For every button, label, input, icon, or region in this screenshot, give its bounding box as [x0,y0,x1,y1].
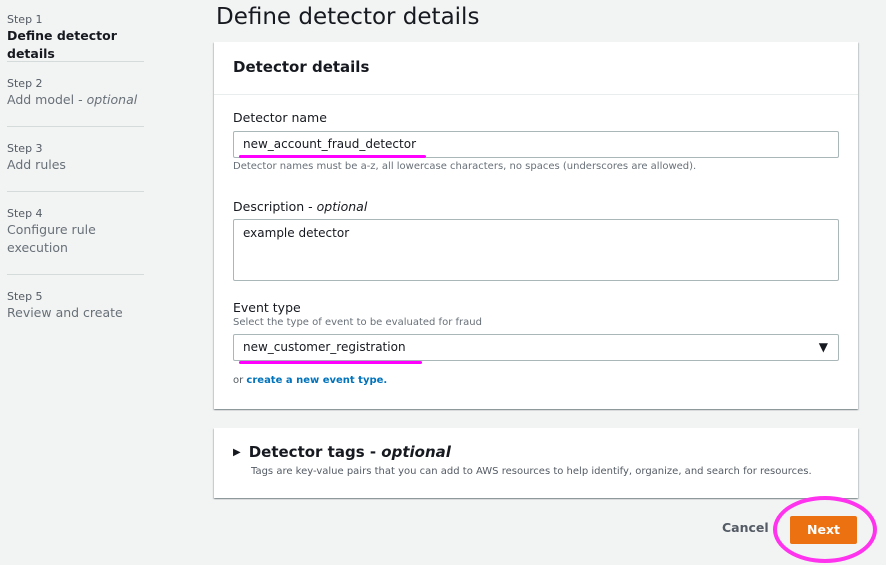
event-type-select[interactable]: new_customer_registration ▼ [233,334,839,364]
create-event-type-link[interactable]: create a new event type. [246,375,387,386]
event-type-value: new_customer_registration [243,340,406,354]
panel-title: Detector details [214,42,858,95]
step-number: Step 5 [7,290,43,303]
step-label[interactable]: Review and create [7,304,144,322]
step-number: Step 2 [7,77,43,90]
detector-name-hint: Detector names must be a-z, all lowercas… [233,161,697,172]
detector-tags-description: Tags are key-value pairs that you can ad… [251,466,812,477]
step-3[interactable]: Step 3 Add rules [7,127,144,192]
step-label[interactable]: Add rules [7,156,144,174]
step-label[interactable]: Add model - optional [7,91,144,109]
highlight-circle [773,496,877,563]
description-label: Description - optional [233,199,368,214]
step-2[interactable]: Step 2 Add model - optional [7,62,144,127]
optional-tag: optional [316,199,368,214]
description-textarea[interactable]: example detector [233,219,839,281]
step-number: Step 1 [7,13,43,26]
detector-name-value: new_account_fraud_detector [243,137,417,151]
detector-tags-toggle[interactable]: ▶ Detector tags - optional [233,443,839,461]
step-label[interactable]: Configure rule execution [7,221,117,257]
page-title: Define detector details [216,4,480,30]
caret-right-icon: ▶ [233,447,241,458]
description-value: example detector [243,226,350,240]
step-number: Step 4 [7,207,43,220]
detector-name-label: Detector name [233,110,327,125]
highlight-underline [239,361,422,364]
step-1: Step 1 Define detector details [7,12,144,62]
wizard-steps: Step 1 Define detector details Step 2 Ad… [7,12,144,335]
cancel-button[interactable]: Cancel [722,520,769,535]
step-number: Step 3 [7,142,43,155]
detector-name-input[interactable]: new_account_fraud_detector [233,131,839,158]
optional-tag: optional [381,443,451,461]
step-4[interactable]: Step 4 Configure rule execution [7,192,144,275]
event-type-label: Event type [233,300,301,315]
highlight-underline [239,155,426,158]
step-label: Define detector details [7,28,117,61]
caret-down-icon: ▼ [818,340,828,354]
step-5[interactable]: Step 5 Review and create [7,275,144,335]
detector-details-panel: Detector details Detector name new_accou… [214,42,858,409]
create-event-type-row: or create a new event type. [233,375,388,386]
detector-tags-panel[interactable]: ▶ Detector tags - optional Tags are key-v… [214,428,858,498]
optional-tag: optional [86,92,138,107]
event-type-hint: Select the type of event to be evaluated… [233,317,482,328]
